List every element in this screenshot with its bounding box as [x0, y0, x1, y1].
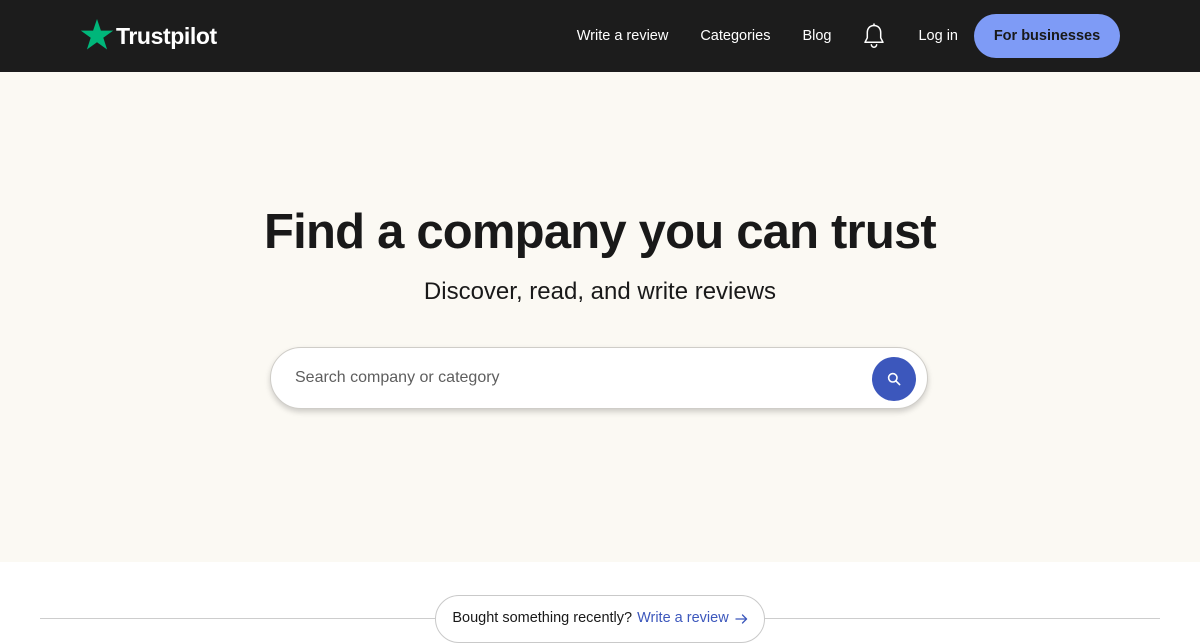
review-prompt-text: Bought something recently?: [452, 610, 633, 626]
hero-subtitle: Discover, read, and write reviews: [423, 278, 777, 305]
write-review-link[interactable]: Write a review: [637, 610, 748, 626]
nav-write-review[interactable]: Write a review: [577, 28, 669, 44]
bell-icon: [864, 23, 885, 48]
logo-text: Trustpilot: [116, 23, 217, 49]
nav-login[interactable]: Log in: [918, 28, 958, 44]
site-header: Trustpilot Write a review Categories Blo…: [0, 0, 1200, 72]
notifications-button[interactable]: [863, 23, 885, 49]
nav-blog[interactable]: Blog: [802, 28, 831, 44]
write-review-link-label: Write a review: [637, 610, 729, 626]
hero-title: Find a company you can trust: [264, 205, 937, 259]
search-input[interactable]: [295, 348, 855, 408]
hero-section: Find a company you can trust Discover, r…: [0, 72, 1200, 562]
search-icon: [887, 372, 901, 386]
star-icon: [80, 19, 114, 50]
main-nav: Write a review Categories Blog Log in Fo…: [577, 0, 1120, 72]
arrow-right-icon: [735, 613, 747, 624]
review-prompt-section: Bought something recently? Write a revie…: [0, 562, 1200, 643]
trustpilot-logo[interactable]: Trustpilot: [80, 16, 217, 54]
review-prompt-pill: Bought something recently? Write a revie…: [435, 595, 765, 643]
nav-categories[interactable]: Categories: [700, 28, 770, 44]
search-bar: [270, 347, 928, 409]
search-button[interactable]: [872, 357, 916, 401]
for-businesses-button[interactable]: For businesses: [974, 14, 1120, 58]
